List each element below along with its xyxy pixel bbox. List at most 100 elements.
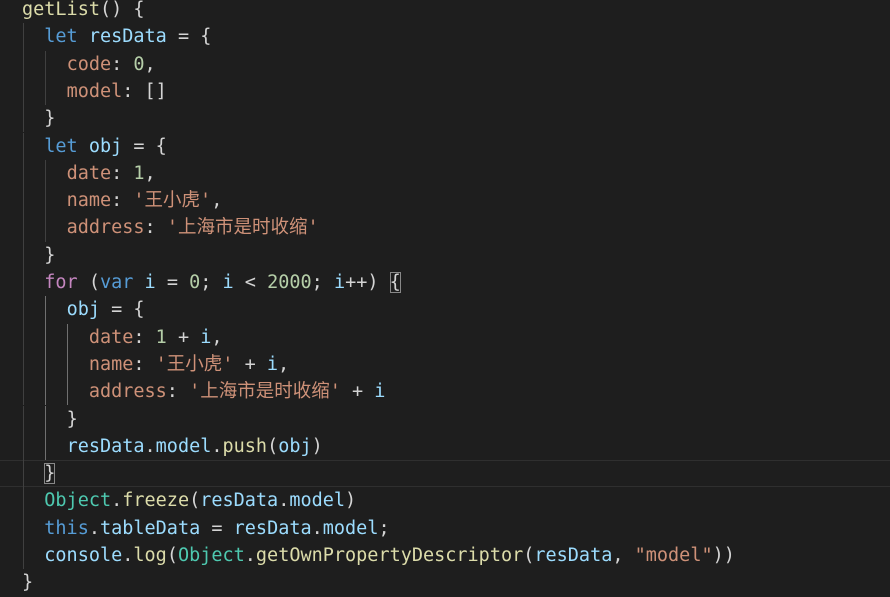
line-code: code: 0, <box>22 51 156 78</box>
code-line[interactable]: model: [] <box>0 77 890 106</box>
code-line[interactable]: obj = { <box>0 296 890 324</box>
code-line[interactable]: console.log(Object.getOwnPropertyDescrip… <box>0 542 890 570</box>
code-token: obj <box>66 299 100 321</box>
code-token: resData <box>233 517 312 539</box>
code-token: . <box>311 517 323 539</box>
code-token: = <box>200 517 234 539</box>
code-editor[interactable]: getList() { let resData = { code: 0, mod… <box>0 0 890 593</box>
line-code: } <box>22 242 55 269</box>
code-token: resData <box>88 26 167 48</box>
line-code: } <box>22 460 56 487</box>
code-token: i <box>266 353 279 375</box>
code-token: for <box>44 272 78 293</box>
code-token: < <box>233 272 268 293</box>
code-token: ; <box>378 517 390 539</box>
code-token: i <box>374 381 386 403</box>
code-line[interactable]: code: 0, <box>0 50 890 78</box>
code-token: freeze <box>122 490 190 512</box>
code-token: getOwnPropertyDescriptor <box>255 545 524 566</box>
code-line[interactable]: } <box>0 405 890 433</box>
code-token: ++) <box>345 272 390 293</box>
code-line[interactable]: address: '上海市是时收缩' + i <box>0 378 890 406</box>
code-token: resData <box>534 545 613 566</box>
code-token: 1 <box>155 326 167 348</box>
line-code: resData.model.push(obj) <box>22 433 323 460</box>
code-token: { <box>389 272 401 293</box>
code-token: resData <box>200 490 279 512</box>
code-token: : <box>111 53 134 75</box>
code-token: model <box>289 490 346 512</box>
code-token: () { <box>99 0 145 20</box>
code-token: . <box>88 517 100 539</box>
code-token: name <box>88 353 134 375</box>
code-token: obj <box>278 435 312 457</box>
code-token: ; <box>200 272 223 293</box>
code-line[interactable]: this.tableData = resData.model; <box>0 514 890 542</box>
code-token: . <box>211 435 223 457</box>
code-token: , <box>612 545 635 566</box>
code-line[interactable]: Object.freeze(resData.model) <box>0 487 890 515</box>
code-token: getList <box>22 0 100 20</box>
code-line[interactable]: } <box>0 460 890 488</box>
code-line[interactable]: for (var i = 0; i < 2000; i++) { <box>0 269 890 297</box>
line-code: model: [] <box>22 78 167 105</box>
line-code: } <box>22 406 78 433</box>
line-code: this.tableData = resData.model; <box>22 515 390 542</box>
code-token: push <box>222 435 268 457</box>
line-code: let obj = { <box>22 133 167 160</box>
line-code: console.log(Object.getOwnPropertyDescrip… <box>22 542 735 569</box>
code-token: tableData <box>99 517 201 539</box>
code-token: : <box>166 381 190 403</box>
code-token: : <box>111 190 134 212</box>
code-token: '王小虎' <box>155 353 234 375</box>
code-line[interactable]: getList() { <box>0 0 890 23</box>
code-token: ( <box>77 272 100 293</box>
code-token: Object <box>44 490 112 512</box>
code-line[interactable]: } <box>0 241 890 269</box>
code-token: console <box>44 545 123 566</box>
code-token: } <box>44 244 56 266</box>
code-token: code <box>66 53 112 75</box>
code-token: ; <box>311 272 334 293</box>
code-token: ( <box>267 435 279 457</box>
code-token: ) <box>345 490 357 512</box>
code-token: 2000 <box>267 272 312 293</box>
line-code: Object.freeze(resData.model) <box>22 487 356 514</box>
code-token: , <box>211 326 223 348</box>
code-token: name <box>66 190 112 212</box>
code-token: i <box>222 272 234 293</box>
code-line[interactable]: } <box>0 105 890 133</box>
line-code: for (var i = 0; i < 2000; i++) { <box>22 269 401 296</box>
code-line[interactable]: name: '王小虎', <box>0 187 890 215</box>
code-token: )) <box>712 545 735 566</box>
code-token: '上海市是时收缩' <box>189 381 341 403</box>
code-line[interactable]: date: 1 + i, <box>0 323 890 351</box>
code-token: : <box>133 326 156 348</box>
line-code: } <box>22 105 55 132</box>
code-token: i <box>144 272 156 293</box>
code-token: model <box>322 517 379 539</box>
line-code: name: '王小虎', <box>22 187 223 214</box>
code-token: = { <box>166 26 212 48</box>
line-code: obj = { <box>22 296 145 323</box>
code-token: = { <box>99 299 145 321</box>
code-line[interactable]: resData.model.push(obj) <box>0 432 890 461</box>
code-token: . <box>111 490 123 512</box>
code-token: var <box>99 272 134 293</box>
code-token: } <box>44 463 56 485</box>
code-token: , <box>278 353 290 375</box>
code-token: "model" <box>634 545 713 566</box>
code-line[interactable]: date: 1, <box>0 159 890 188</box>
code-token: . <box>122 545 134 566</box>
code-token: + <box>340 381 375 403</box>
code-line[interactable]: let resData = { <box>0 23 890 51</box>
code-line[interactable]: address: '上海市是时收缩' <box>0 214 890 242</box>
code-line[interactable]: name: '王小虎' + i, <box>0 350 890 379</box>
line-code: date: 1, <box>22 160 156 187</box>
code-line[interactable]: let obj = { <box>0 132 890 160</box>
code-token: ( <box>189 490 201 512</box>
code-token: , <box>211 190 223 212</box>
code-token: . <box>278 490 290 512</box>
code-token: . <box>144 435 156 457</box>
